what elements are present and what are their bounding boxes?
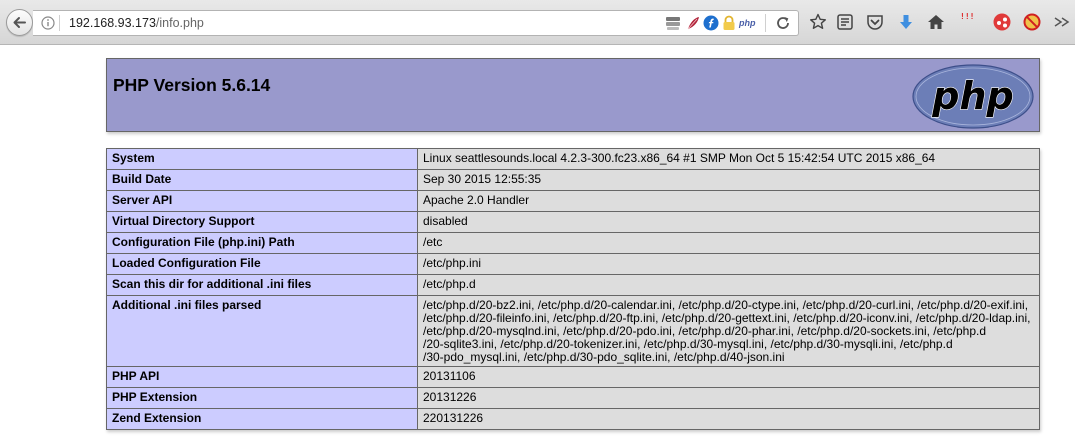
url-text[interactable]: 192.168.93.173/info.php bbox=[69, 15, 204, 31]
row-key: Build Date bbox=[106, 169, 418, 191]
row-key: Virtual Directory Support bbox=[106, 211, 418, 233]
row-value: 20131106 bbox=[417, 366, 1040, 388]
pocket-icon[interactable] bbox=[866, 13, 884, 31]
row-value: Sep 30 2015 12:55:35 bbox=[417, 169, 1040, 191]
table-row: Loaded Configuration File/etc/php.ini bbox=[106, 253, 1040, 275]
server-icon[interactable] bbox=[665, 15, 681, 31]
row-value: 20131226 bbox=[417, 387, 1040, 409]
info-icon[interactable] bbox=[41, 16, 55, 30]
back-arrow-icon bbox=[13, 17, 26, 28]
row-key: Loaded Configuration File bbox=[106, 253, 418, 275]
row-value: Linux seattlesounds.local 4.2.3-300.fc23… bbox=[417, 148, 1040, 170]
firebug-f-icon[interactable] bbox=[703, 15, 719, 31]
table-row: Additional .ini files parsed/etc/php.d/2… bbox=[106, 295, 1040, 367]
php-logo-text: php bbox=[931, 74, 1013, 118]
table-row: Virtual Directory Support disabled bbox=[106, 211, 1040, 233]
row-value: disabled bbox=[417, 211, 1040, 233]
php-logo-icon[interactable]: php bbox=[912, 64, 1034, 129]
url-separator bbox=[59, 15, 60, 31]
no-script-icon[interactable] bbox=[1023, 13, 1041, 31]
table-row: Server API Apache 2.0 Handler bbox=[106, 190, 1040, 212]
url-host: 192.168.93.173 bbox=[69, 16, 156, 30]
row-value: 220131226 bbox=[417, 408, 1040, 430]
feather-icon[interactable] bbox=[685, 15, 701, 31]
reload-separator bbox=[765, 14, 766, 32]
row-key: System bbox=[106, 148, 418, 170]
php-extension-badge[interactable]: php bbox=[739, 15, 756, 31]
php-version-header: PHP Version 5.6.14 php bbox=[106, 58, 1040, 132]
row-key: Zend Extension bbox=[106, 408, 418, 430]
row-value-line: /30-pdo_mysql.ini, /etc/php.d/30-pdo_sql… bbox=[423, 350, 785, 364]
url-bar[interactable]: 192.168.93.173/info.php php bbox=[33, 10, 799, 36]
row-key: Scan this dir for additional .ini files bbox=[106, 274, 418, 296]
row-key: PHP Extension bbox=[106, 387, 418, 409]
table-row: Build Date Sep 30 2015 12:55:35 bbox=[106, 169, 1040, 191]
row-key: PHP API bbox=[106, 366, 418, 388]
download-icon[interactable] bbox=[897, 13, 915, 31]
page-title: PHP Version 5.6.14 bbox=[113, 75, 271, 95]
row-value: /etc/php.d/20-bz2.ini, /etc/php.d/20-cal… bbox=[417, 295, 1040, 367]
table-row: PHP Extension 20131226 bbox=[106, 387, 1040, 409]
browser-toolbar: 192.168.93.173/info.php php !!! bbox=[0, 0, 1075, 45]
row-value: /etc/php.ini bbox=[417, 253, 1040, 275]
row-value: Apache 2.0 Handler bbox=[417, 190, 1040, 212]
reading-list-icon[interactable] bbox=[836, 13, 854, 31]
bookmark-star-icon[interactable] bbox=[809, 13, 827, 31]
table-row: Configuration File (php.ini) Path/etc bbox=[106, 232, 1040, 254]
home-icon[interactable] bbox=[927, 13, 945, 31]
table-row: System Linux seattlesounds.local 4.2.3-30… bbox=[106, 148, 1040, 170]
reload-icon[interactable] bbox=[775, 15, 791, 31]
lock-icon[interactable] bbox=[722, 15, 736, 31]
table-row: Zend Extension 220131226 bbox=[106, 408, 1040, 430]
addon-alert-badge[interactable]: !!! bbox=[960, 12, 974, 21]
info-table: System Linux seattlesounds.local 4.2.3-30… bbox=[106, 148, 1040, 430]
row-key: Configuration File (php.ini) Path bbox=[106, 232, 418, 254]
table-row: PHP API 20131106 bbox=[106, 366, 1040, 388]
overflow-menu-icon[interactable] bbox=[1052, 13, 1070, 31]
table-row: Scan this dir for additional .ini files /… bbox=[106, 274, 1040, 296]
row-key: Additional .ini files parsed bbox=[106, 295, 418, 367]
back-button[interactable] bbox=[6, 9, 33, 36]
addon-share-icon[interactable] bbox=[993, 13, 1011, 31]
row-key: Server API bbox=[106, 190, 418, 212]
row-value: /etc/php.d bbox=[417, 274, 1040, 296]
url-path: /info.php bbox=[155, 16, 204, 30]
row-value: /etc bbox=[417, 232, 1040, 254]
